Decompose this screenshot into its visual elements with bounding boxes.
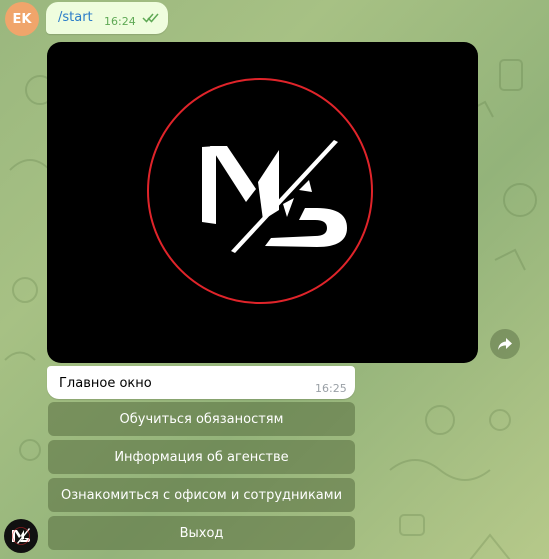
learn-duties-button[interactable]: Обучиться обязаностям bbox=[48, 402, 355, 436]
outgoing-message-bubble: /start 16:24 bbox=[46, 2, 168, 34]
ms-logo-image bbox=[147, 78, 373, 304]
office-staff-button[interactable]: Ознакомиться с офисом и сотрудниками bbox=[48, 478, 355, 512]
double-check-icon bbox=[142, 13, 159, 23]
caption-time: 16:25 bbox=[315, 382, 347, 395]
user-avatar-initials: EK bbox=[12, 11, 32, 27]
bot-photo-message[interactable] bbox=[47, 42, 478, 363]
exit-button[interactable]: Выход bbox=[48, 516, 355, 550]
share-arrow-icon bbox=[498, 338, 512, 350]
agency-info-button[interactable]: Информация об агенстве bbox=[48, 440, 355, 474]
ms-logo-avatar-icon bbox=[12, 527, 30, 545]
start-command-link[interactable]: /start bbox=[58, 10, 93, 25]
bot-avatar[interactable] bbox=[4, 519, 38, 553]
caption-text: Главное окно bbox=[59, 376, 152, 391]
share-button[interactable] bbox=[490, 329, 520, 359]
outgoing-message-time: 16:24 bbox=[104, 15, 136, 28]
user-avatar[interactable]: EK bbox=[5, 2, 39, 36]
bot-message-caption: Главное окно 16:25 bbox=[47, 366, 355, 399]
